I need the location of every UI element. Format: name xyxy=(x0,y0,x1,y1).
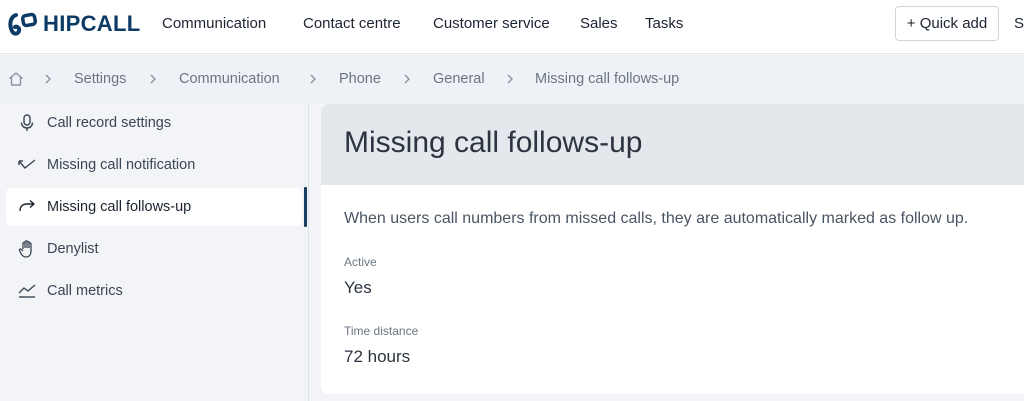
sidebar-item-call-metrics[interactable]: Call metrics xyxy=(6,272,302,310)
nav-customer-service[interactable]: Customer service xyxy=(433,15,550,32)
breadcrumb-phone[interactable]: Phone xyxy=(339,71,381,87)
quick-add-button[interactable]: + Quick add xyxy=(895,6,999,41)
breadcrumb-settings[interactable]: Settings xyxy=(74,71,126,87)
brand-name: HIPCALL xyxy=(43,11,141,36)
sidebar-item-label: Call metrics xyxy=(47,283,123,299)
chevron-right-icon xyxy=(401,70,413,93)
sidebar-item-missing-call-notification[interactable]: Missing call notification xyxy=(6,146,302,184)
sidebar-item-missing-call-follows-up[interactable]: Missing call follows-up xyxy=(6,188,302,226)
nav-contact-centre[interactable]: Contact centre xyxy=(303,15,401,32)
hand-icon xyxy=(17,239,37,259)
active-indicator xyxy=(304,187,307,227)
breadcrumb-current: Missing call follows-up xyxy=(535,71,680,87)
missed-call-icon xyxy=(17,155,37,175)
active-value: Yes xyxy=(344,278,372,297)
time-distance-label: Time distance xyxy=(344,324,419,338)
chevron-right-icon xyxy=(147,70,159,93)
microphone-icon xyxy=(17,113,37,133)
panel-header: Missing call follows-up xyxy=(321,104,1024,185)
sidebar-item-call-record-settings[interactable]: Call record settings xyxy=(6,104,302,142)
nav-sales[interactable]: Sales xyxy=(580,15,618,32)
nav-truncated-item[interactable]: Se xyxy=(1014,15,1024,32)
brand-logo[interactable]: HIPCALL xyxy=(6,9,140,39)
page-title: Missing call follows-up xyxy=(344,126,643,159)
chevron-right-icon xyxy=(504,70,516,93)
settings-detail-panel: Missing call follows-up When users call … xyxy=(321,104,1024,394)
breadcrumb-general[interactable]: General xyxy=(433,71,485,87)
active-label: Active xyxy=(344,255,377,269)
chevron-right-icon xyxy=(307,70,319,93)
breadcrumb-communication[interactable]: Communication xyxy=(179,71,280,87)
time-distance-value: 72 hours xyxy=(344,347,411,366)
sidebar-item-label: Missing call follows-up xyxy=(47,199,192,215)
nav-communication[interactable]: Communication xyxy=(162,15,266,32)
home-icon[interactable] xyxy=(7,70,25,93)
sidebar-item-label: Call record settings xyxy=(47,115,172,131)
setting-description: When users call numbers from missed call… xyxy=(344,210,969,227)
sidebar-item-label: Denylist xyxy=(47,241,99,257)
top-navigation-bar: HIPCALL Communication Contact centre Cus… xyxy=(0,0,1024,54)
phone-logo-icon xyxy=(8,12,38,36)
chevron-right-icon xyxy=(42,70,54,93)
sidebar-item-label: Missing call notification xyxy=(47,157,196,173)
sidebar-item-denylist[interactable]: Denylist xyxy=(6,230,302,268)
forward-arrow-icon xyxy=(17,197,37,217)
nav-tasks[interactable]: Tasks xyxy=(645,15,683,32)
trend-line-icon xyxy=(17,281,37,301)
